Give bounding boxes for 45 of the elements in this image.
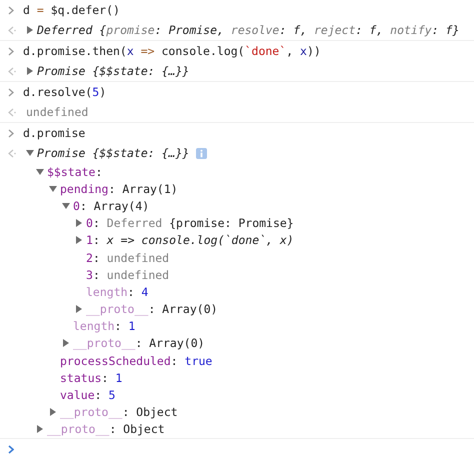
output-code-text: __proto__: Array(0) <box>73 336 205 350</box>
collapse-arrow-icon[interactable] <box>26 149 34 157</box>
input-code-text: d = $q.defer() <box>23 3 120 17</box>
output-code-text: length: 4 <box>86 284 148 299</box>
input-prompt-icon <box>8 6 14 14</box>
input-prompt-icon <box>8 128 14 138</box>
expand-arrow-icon[interactable] <box>36 425 44 434</box>
collapse-arrow-icon[interactable] <box>36 168 44 176</box>
output-code-text: 0: Array(4) <box>73 198 150 213</box>
output-code-text: Promise {$$state: {…}} <box>37 64 190 78</box>
expand-arrow-icon[interactable] <box>62 339 70 348</box>
output-code-text: undefined <box>26 105 88 119</box>
input-code-text: d.resolve(5) <box>23 85 106 99</box>
result-arrow-icon <box>8 108 16 116</box>
output-code-text: Promise {$$state: {…}} <box>37 146 190 160</box>
expand-arrow-icon[interactable] <box>26 67 34 75</box>
expand-arrow-icon[interactable] <box>75 305 83 314</box>
output-code-text: __proto__: Object <box>47 422 165 436</box>
output-code-text: 1: x => console.log(`done`, x) <box>86 233 294 248</box>
output-code-text: 3: undefined <box>86 268 170 282</box>
expand-arrow-icon[interactable] <box>75 219 83 228</box>
output-code-text: length: 1 <box>73 319 136 334</box>
result-arrow-icon <box>8 66 16 76</box>
output-code-text: $$state: <box>47 164 102 179</box>
input-prompt-icon <box>8 88 14 96</box>
prompt-icon[interactable] <box>8 444 14 454</box>
input-code-text: d.promise.then(x => console.log(`done`, x)) <box>23 44 321 58</box>
output-code-text: pending: Array(1) <box>60 182 178 196</box>
output-code-text: 2: undefined <box>86 250 170 265</box>
result-arrow-icon <box>8 148 16 158</box>
output-code-text: 0: Deferred {promise: Promise} <box>86 216 294 230</box>
output-code-text: status: 1 <box>60 370 122 385</box>
result-arrow-icon <box>8 26 16 34</box>
input-prompt-icon <box>8 46 14 56</box>
collapse-arrow-icon[interactable] <box>62 202 70 210</box>
expand-arrow-icon[interactable] <box>75 236 83 244</box>
output-code-text: processScheduled: true <box>60 354 212 368</box>
output-code-text: __proto__: Object <box>60 405 178 420</box>
output-code-text: Deferred {promise: Promise, resolve: f, reject: f, notify: f} <box>37 23 460 37</box>
expand-arrow-icon[interactable] <box>49 408 57 416</box>
output-code-text: __proto__: Array(0) <box>86 302 218 316</box>
output-code-text: value: 5 <box>60 388 116 402</box>
expand-arrow-icon[interactable] <box>26 26 34 34</box>
collapse-arrow-icon[interactable] <box>49 184 57 193</box>
input-code-text: d.promise <box>23 126 86 140</box>
